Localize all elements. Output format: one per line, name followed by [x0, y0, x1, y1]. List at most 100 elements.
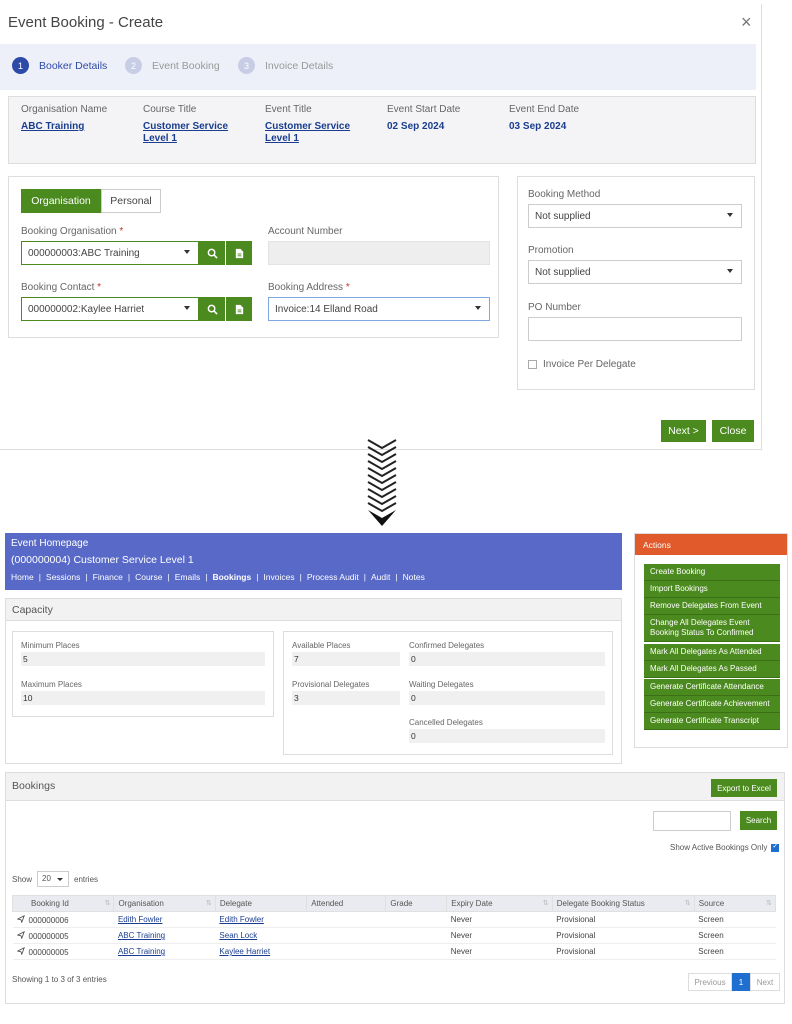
new-organisation-button[interactable]: [226, 241, 252, 265]
provisional-delegates-value: 3: [292, 691, 400, 705]
delegate-link[interactable]: Kaylee Harriet: [219, 947, 270, 956]
step-label: Event Booking: [152, 59, 220, 72]
step-booker-details[interactable]: 1 Booker Details: [12, 57, 107, 74]
promotion-select[interactable]: Not supplied: [528, 260, 742, 284]
invoice-per-delegate-checkbox[interactable]: Invoice Per Delegate: [528, 359, 636, 370]
document-icon: [235, 304, 243, 314]
search-button[interactable]: Search: [740, 811, 777, 830]
search-input[interactable]: [653, 811, 731, 831]
dialog-title: Event Booking - Create: [8, 14, 164, 31]
po-number-label: PO Number: [528, 302, 581, 313]
booking-address-select[interactable]: Invoice:14 Elland Road: [268, 297, 490, 321]
col-booking-id[interactable]: Booking Id: [11, 895, 115, 912]
account-number-field: [268, 241, 490, 265]
page-1-button[interactable]: 1: [732, 973, 750, 991]
waiting-delegates-value: 0: [409, 691, 605, 705]
export-to-excel-button[interactable]: Export to Excel: [711, 779, 777, 797]
required-marker: *: [119, 226, 124, 237]
select-value: 000000003:ABC Training: [28, 247, 140, 259]
nav-emails[interactable]: Emails: [175, 572, 201, 582]
booking-details-panel: Booking Method Not supplied Promotion No…: [517, 176, 755, 390]
action-mark-passed[interactable]: Mark All Delegates As Passed: [644, 661, 780, 678]
new-contact-button[interactable]: [226, 297, 252, 321]
nav-course[interactable]: Course: [135, 572, 162, 582]
checkbox-icon: [528, 360, 537, 369]
summary-label: Event Title: [265, 104, 312, 115]
col-attended[interactable]: Attended: [306, 895, 387, 912]
booking-id-cell: 000000005: [12, 927, 114, 944]
action-cert-achievement[interactable]: Generate Certificate Achievement: [644, 696, 780, 713]
entries-label: entries: [74, 874, 99, 884]
step-event-booking[interactable]: 2 Event Booking: [125, 57, 220, 74]
delegate-link[interactable]: Sean Lock: [219, 931, 257, 940]
nav-home[interactable]: Home: [11, 572, 34, 582]
booking-contact-select[interactable]: 000000002:Kaylee Harriet: [21, 297, 199, 321]
action-cert-attendance[interactable]: Generate Certificate Attendance: [644, 679, 780, 696]
summary-label: Course Title: [143, 104, 197, 115]
step-invoice-details[interactable]: 3 Invoice Details: [238, 57, 333, 74]
action-remove-delegates[interactable]: Remove Delegates From Event: [644, 598, 780, 615]
organisation-link[interactable]: ABC Training: [118, 931, 165, 940]
step-number: 3: [238, 57, 255, 74]
checkbox-checked-icon[interactable]: [771, 842, 780, 852]
personal-toggle[interactable]: Personal: [101, 189, 161, 213]
select-value: Not supplied: [535, 266, 591, 278]
booking-id-cell: 000000006: [12, 911, 114, 928]
nav-bookings[interactable]: Bookings: [212, 572, 251, 582]
organisation-link[interactable]: ABC Training: [118, 947, 165, 956]
action-create-booking[interactable]: Create Booking: [644, 564, 780, 581]
col-delegate-booking-status[interactable]: Delegate Booking Status: [551, 895, 695, 912]
summary-event: Event Title Customer Service Level 1: [265, 104, 373, 145]
next-page-button[interactable]: Next: [750, 973, 780, 991]
actions-header: Actions: [635, 534, 787, 555]
organisation-link[interactable]: ABC Training: [21, 121, 129, 133]
label-text: Booking Contact: [21, 282, 95, 293]
nav-notes[interactable]: Notes: [403, 572, 425, 582]
delegate-link[interactable]: Edith Fowler: [219, 915, 263, 924]
send-icon[interactable]: [16, 930, 25, 939]
send-icon[interactable]: [16, 946, 25, 955]
max-places-value: 10: [21, 691, 265, 705]
capacity-header: Capacity: [6, 599, 621, 621]
search-organisation-button[interactable]: [199, 241, 225, 265]
entries-select[interactable]: 20: [37, 871, 70, 887]
col-organisation[interactable]: Organisation: [113, 895, 216, 912]
actions-panel: Actions Create Booking Import Bookings R…: [634, 533, 788, 748]
course-link[interactable]: Customer Service Level 1: [143, 121, 251, 145]
col-delegate[interactable]: Delegate: [214, 895, 308, 912]
nav-finance[interactable]: Finance: [93, 572, 123, 582]
booking-address-label: Booking Address *: [268, 282, 350, 293]
booking-method-select[interactable]: Not supplied: [528, 204, 742, 228]
action-cert-transcript[interactable]: Generate Certificate Transcript: [644, 713, 780, 730]
status-cell: Provisional: [552, 943, 695, 960]
max-places-label: Maximum Places: [21, 680, 82, 689]
col-source[interactable]: Source: [693, 895, 777, 912]
account-number-label: Account Number: [268, 226, 343, 237]
po-number-input[interactable]: [528, 317, 742, 341]
organisation-toggle[interactable]: Organisation: [21, 189, 101, 213]
close-button[interactable]: Close: [712, 420, 754, 442]
next-button[interactable]: Next >: [661, 420, 706, 442]
booking-organisation-select[interactable]: 000000003:ABC Training: [21, 241, 199, 265]
send-icon[interactable]: [16, 914, 25, 923]
waiting-delegates-label: Waiting Delegates: [409, 680, 474, 689]
show-active-bookings[interactable]: Show Active Bookings Only: [670, 842, 780, 852]
action-change-status-confirmed[interactable]: Change All Delegates Event Booking Statu…: [644, 615, 780, 642]
action-import-bookings[interactable]: Import Bookings: [644, 581, 780, 598]
col-grade[interactable]: Grade: [385, 895, 448, 912]
nav-audit[interactable]: Audit: [371, 572, 390, 582]
grade-cell: [385, 927, 447, 944]
previous-page-button[interactable]: Previous: [688, 973, 732, 991]
action-mark-attended[interactable]: Mark All Delegates As Attended: [644, 644, 780, 661]
nav-invoices[interactable]: Invoices: [263, 572, 294, 582]
search-contact-button[interactable]: [199, 297, 225, 321]
col-expiry-date[interactable]: Expiry Date: [446, 895, 553, 912]
close-icon[interactable]: ×: [741, 12, 752, 33]
organisation-link[interactable]: Edith Fowler: [118, 915, 162, 924]
confirmed-delegates-value: 0: [409, 652, 605, 666]
nav-process-audit[interactable]: Process Audit: [307, 572, 359, 582]
event-link[interactable]: Customer Service Level 1: [265, 121, 373, 145]
nav-separator: |: [205, 572, 208, 582]
nav-sessions[interactable]: Sessions: [46, 572, 81, 582]
event-nav: Home | Sessions | Finance | Course | Emails |…: [11, 572, 425, 582]
